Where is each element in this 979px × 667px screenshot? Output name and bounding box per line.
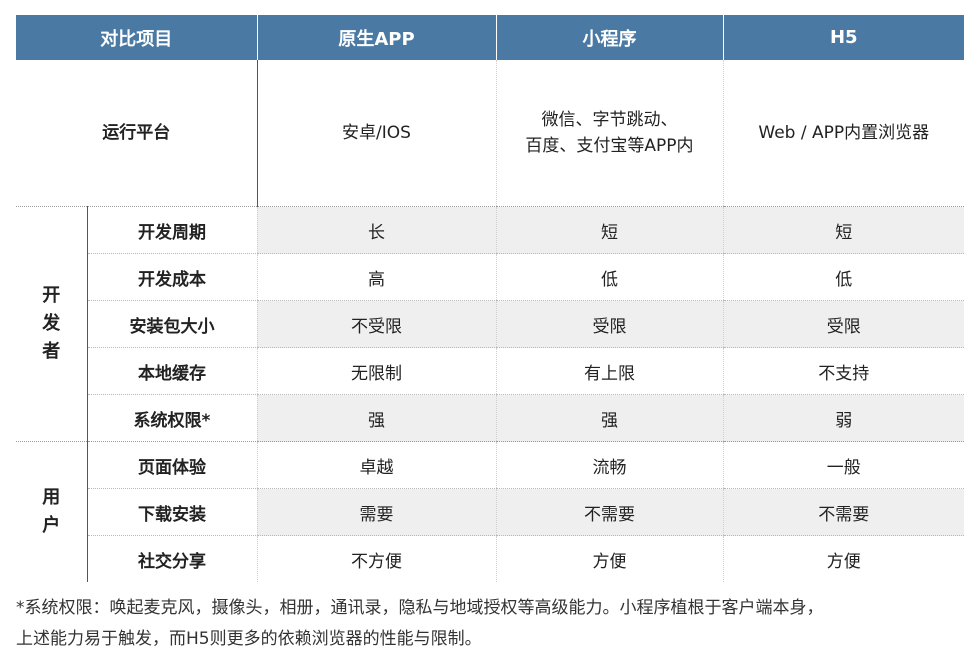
cell-miniprogram: 方便: [495, 535, 723, 582]
cell-miniprogram: 有上限: [495, 347, 723, 395]
cell-h5: 不需要: [722, 488, 964, 536]
cell-miniprogram: 不需要: [495, 488, 723, 536]
cell-platform-miniprogram-line1: 微信、字节跳动、: [541, 110, 678, 130]
cell-app: 需要: [256, 488, 496, 536]
cell-h5: 低: [722, 253, 964, 301]
cell-app: 强: [256, 394, 496, 442]
group-char: 户: [42, 515, 61, 536]
row-label: 社交分享: [138, 551, 206, 572]
header-compare-item: 对比项目: [16, 15, 257, 60]
group-label-developer: 开 发 者: [16, 206, 88, 442]
row-label: 安装包大小: [87, 300, 257, 348]
cell-h5: 受限: [722, 300, 964, 348]
row-label-platform: 运行平台: [16, 60, 258, 207]
row-label: 页面体验: [87, 441, 257, 489]
cell-miniprogram: 低: [495, 253, 723, 301]
cell-platform-miniprogram: 微信、字节跳动、 百度、支付宝等APP内: [495, 60, 723, 207]
footnote-line: *系统权限：唤起麦克风，摄像头，相册，通讯录，隐私与地域授权等高级能力。小程序植…: [16, 598, 824, 618]
table-row: 用 户 页面体验 卓越 流畅 一般: [16, 441, 964, 582]
group-char: 者: [42, 341, 61, 362]
row-label: 开发成本: [87, 253, 257, 301]
cell-app: 高: [256, 253, 496, 301]
cell-h5: 弱: [722, 394, 964, 442]
cell-h5: 一般: [722, 441, 964, 489]
table-row: 社交分享 不方便 方便 方便: [16, 535, 964, 582]
table-row: 开 发 者 开发周期 长 短 短: [16, 206, 964, 442]
header-native-app: 原生APP: [256, 15, 496, 60]
comparison-table: 对比项目 原生APP 小程序 H5 运行平台 安卓/IOS 微信、字节跳动、 百…: [16, 15, 964, 582]
cell-miniprogram: 短: [495, 206, 723, 254]
cell-app: 不方便: [256, 535, 496, 582]
table-row: 下载安装 需要 不需要 不需要: [16, 488, 964, 536]
cell-app: 无限制: [256, 347, 496, 395]
cell-app: 卓越: [256, 441, 496, 489]
cell-app: 长: [256, 206, 496, 254]
cell-app: 不受限: [256, 300, 496, 348]
group-char: 发: [42, 313, 61, 334]
cell-platform-h5: Web / APP内置浏览器: [722, 60, 964, 207]
table-row: 开发成本 高 低 低: [16, 253, 964, 301]
header-h5: H5: [722, 15, 964, 60]
row-label: 开发周期: [87, 206, 257, 254]
cell-h5: 不支持: [722, 347, 964, 395]
table-header-row: 对比项目 原生APP 小程序 H5: [16, 15, 964, 60]
cell-h5: 短: [722, 206, 964, 254]
cell-platform-miniprogram-line2: 百度、支付宝等APP内: [525, 136, 694, 156]
cell-platform-app: 安卓/IOS: [256, 60, 496, 207]
cell-h5: 方便: [722, 535, 964, 582]
table-row: 系统权限* 强 强 弱: [16, 394, 964, 442]
row-label: 本地缓存: [87, 347, 257, 395]
cell-miniprogram: 强: [495, 394, 723, 442]
group-char: 用: [42, 487, 61, 508]
header-mini-program: 小程序: [495, 15, 723, 60]
table-row-platform: 运行平台 安卓/IOS 微信、字节跳动、 百度、支付宝等APP内 Web / A…: [16, 60, 964, 207]
group-label-user: 用 户: [16, 441, 88, 582]
cell-miniprogram: 受限: [495, 300, 723, 348]
row-label: 下载安装: [87, 488, 257, 536]
group-char: 开: [42, 285, 61, 306]
row-label: 系统权限*: [87, 394, 257, 442]
comparison-table-wrapper: 对比项目 原生APP 小程序 H5 运行平台 安卓/IOS 微信、字节跳动、 百…: [16, 15, 964, 582]
cell-miniprogram: 流畅: [495, 441, 723, 489]
table-row: 安装包大小 不受限 受限 受限: [16, 300, 964, 348]
footnote: *系统权限：唤起麦克风，摄像头，相册，通讯录，隐私与地域授权等高级能力。小程序植…: [16, 593, 964, 655]
footnote-line: 上述能力易于触发，而H5则更多的依赖浏览器的性能与限制。: [16, 629, 482, 649]
table-row: 本地缓存 无限制 有上限 不支持: [16, 347, 964, 395]
